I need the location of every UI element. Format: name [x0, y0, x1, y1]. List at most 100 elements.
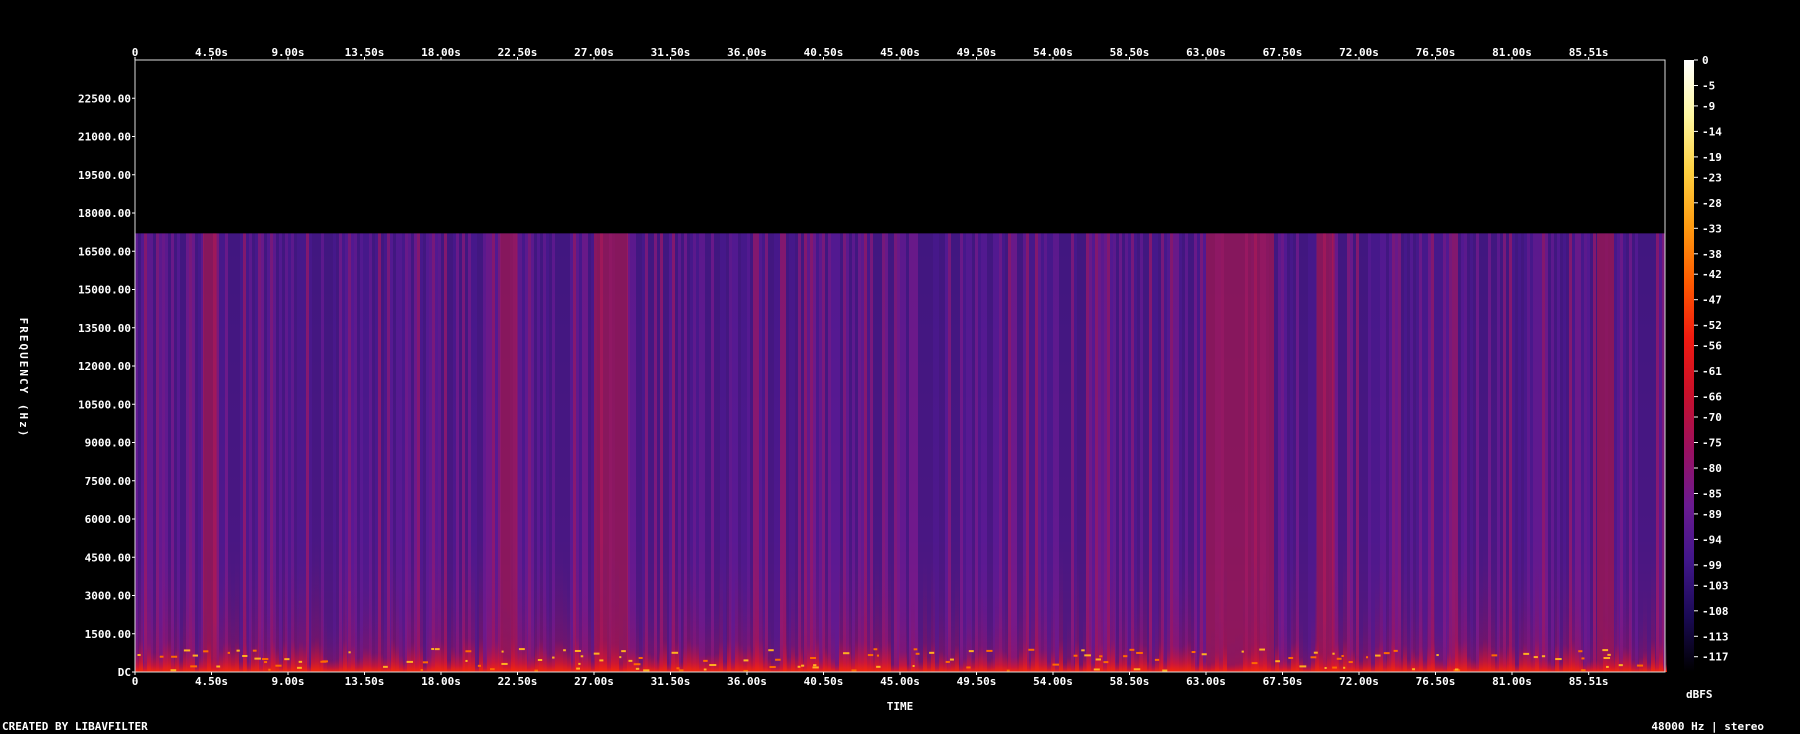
hot-spot — [843, 652, 850, 655]
low-frequency-column — [823, 571, 827, 672]
low-frequency-column — [315, 532, 319, 672]
low-frequency-column — [959, 639, 963, 672]
low-frequency-column — [1447, 591, 1451, 672]
low-frequency-column — [1175, 568, 1179, 672]
low-frequency-column — [1535, 539, 1539, 672]
hot-spot — [1578, 650, 1583, 653]
low-frequency-column — [171, 607, 175, 672]
low-frequency-column — [655, 618, 659, 672]
spectrogram-column — [360, 233, 363, 672]
low-frequency-column — [447, 622, 451, 672]
y-tick-label: 1500.00 — [85, 628, 131, 641]
hot-spot — [1310, 656, 1317, 659]
spectrogram-column — [732, 233, 735, 672]
hot-spot — [434, 648, 440, 651]
spectrogram-column — [1068, 233, 1071, 672]
hot-spot — [968, 650, 974, 653]
low-frequency-column — [1339, 597, 1343, 672]
low-frequency-column — [483, 628, 487, 672]
spectrogram-column — [195, 233, 198, 672]
spectrogram-column — [1587, 233, 1590, 672]
y-tick-label: 22500.00 — [78, 92, 131, 105]
spectrogram-column — [1008, 233, 1011, 672]
low-frequency-column — [695, 556, 699, 672]
low-frequency-column — [1591, 622, 1595, 672]
low-frequency-column — [1115, 629, 1119, 672]
low-frequency-column — [947, 623, 951, 672]
low-frequency-column — [559, 543, 563, 672]
low-frequency-column — [687, 538, 691, 672]
hot-spot — [1365, 656, 1369, 659]
spectrogram-column — [1407, 233, 1410, 672]
hot-spot — [1201, 653, 1207, 656]
low-frequency-column — [1063, 633, 1067, 672]
spectrogram-column — [336, 233, 339, 672]
low-frequency-column — [983, 582, 987, 672]
colorbar-tick-label: -19 — [1702, 151, 1722, 164]
low-frequency-column — [563, 561, 567, 672]
x-axis-label: TIME — [887, 700, 914, 713]
low-frequency-column — [219, 579, 223, 672]
low-frequency-column — [1503, 592, 1507, 672]
colorbar-tick-label: -113 — [1702, 630, 1729, 643]
spectrogram-column — [1515, 233, 1518, 672]
hot-spot — [769, 666, 776, 669]
hot-spot — [563, 649, 566, 652]
hot-spot — [1133, 668, 1141, 671]
low-frequency-column — [487, 569, 491, 672]
colorbar-label: dBFS — [1686, 688, 1713, 701]
low-frequency-column — [1107, 565, 1111, 672]
hot-spot — [1099, 655, 1103, 658]
hot-spot — [873, 648, 878, 651]
low-frequency-column — [683, 571, 687, 672]
low-frequency-column — [1547, 623, 1551, 672]
low-frequency-column — [1199, 583, 1203, 672]
low-frequency-column — [1275, 561, 1279, 672]
hot-spot — [298, 660, 303, 663]
low-frequency-column — [1531, 595, 1535, 672]
low-frequency-column — [743, 582, 747, 672]
hot-spot — [671, 651, 679, 654]
low-frequency-column — [439, 543, 443, 672]
low-frequency-column — [1307, 639, 1311, 672]
spectrogram-column — [1476, 233, 1479, 672]
x-tick-label-bottom: 67.50s — [1263, 675, 1303, 688]
hot-spot — [552, 656, 555, 659]
spectrogram-column — [1152, 233, 1155, 672]
low-frequency-column — [1191, 584, 1195, 672]
low-frequency-column — [291, 542, 295, 672]
low-frequency-column — [723, 629, 727, 672]
low-frequency-column — [711, 602, 715, 672]
hot-spot — [501, 650, 504, 653]
low-frequency-column — [1539, 610, 1543, 672]
low-frequency-column — [623, 612, 627, 672]
hot-spot — [420, 669, 423, 672]
spectrogram-column — [1083, 233, 1086, 672]
footer-format: 48000 Hz | stereo — [1651, 720, 1764, 733]
low-frequency-column — [1399, 610, 1403, 672]
low-frequency-column — [699, 606, 703, 672]
spectrogram-column — [972, 233, 975, 672]
low-frequency-column — [1519, 576, 1523, 672]
hot-spot — [203, 650, 209, 653]
low-frequency-column — [1427, 568, 1431, 672]
x-tick-label-bottom: 54.00s — [1033, 675, 1073, 688]
low-frequency-column — [1207, 640, 1211, 672]
low-frequency-column — [1631, 621, 1635, 672]
low-frequency-column — [1639, 611, 1643, 672]
low-frequency-column — [1331, 571, 1335, 672]
hot-spot — [171, 655, 178, 658]
spectrogram-column — [423, 233, 426, 672]
spectrogram-column — [1305, 233, 1308, 672]
low-frequency-column — [151, 592, 155, 672]
low-frequency-column — [215, 622, 219, 672]
colorbar-tick-label: -75 — [1702, 437, 1722, 450]
hot-spot — [537, 659, 543, 662]
y-tick-label: 13500.00 — [78, 322, 131, 335]
low-frequency-column — [883, 558, 887, 672]
low-frequency-column — [1083, 606, 1087, 672]
low-frequency-column — [1379, 543, 1383, 672]
x-axis-top: 0 4.50s 9.00s 13.50s 18.00s 22.50s 27.00s 31.50… — [132, 46, 1609, 60]
hot-spot — [1412, 668, 1416, 671]
low-frequency-column — [411, 550, 415, 672]
